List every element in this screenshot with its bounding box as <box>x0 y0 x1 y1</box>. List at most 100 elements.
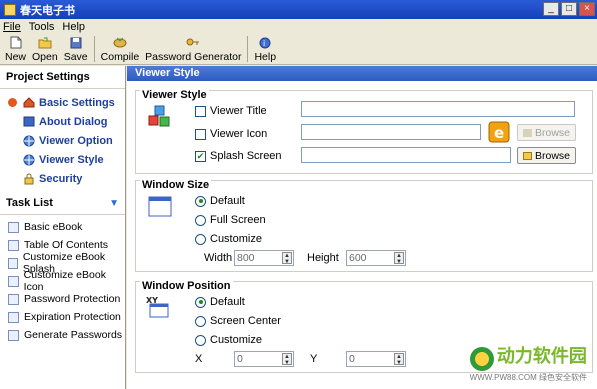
viewer-icon-input[interactable] <box>301 124 481 140</box>
minimize-button[interactable]: _ <box>543 2 559 16</box>
window-size-group: Window Size Default Full Screen Customiz… <box>135 179 593 272</box>
menu-tools[interactable]: Tools <box>29 21 55 33</box>
task-icon <box>8 257 18 269</box>
svg-text:e: e <box>494 124 504 142</box>
open-folder-icon <box>38 36 52 49</box>
browse-folder-icon <box>523 151 532 160</box>
spinner-arrows-icon[interactable]: ▲ ▼ <box>282 252 292 265</box>
compile-icon <box>113 36 127 49</box>
viewer-title-checkbox[interactable] <box>195 105 206 117</box>
position-default-row: Default <box>195 296 245 308</box>
splash-screen-checkbox[interactable]: ✔ <box>195 150 206 162</box>
width-spinner[interactable]: 800 ▲ ▼ <box>234 250 294 266</box>
nav-about-dialog[interactable]: About Dialog <box>0 112 125 131</box>
save-disk-icon <box>69 36 83 49</box>
width-label: Width <box>204 252 233 264</box>
y-spinner[interactable]: 0 ▲ ▼ <box>346 351 406 367</box>
height-spinner[interactable]: 600 ▲ ▼ <box>346 250 406 266</box>
new-button[interactable]: New <box>2 34 29 63</box>
viewer-icon-checkbox[interactable] <box>195 128 206 140</box>
x-spinner[interactable]: 0 ▲ ▼ <box>234 351 294 367</box>
task-password-protection[interactable]: Password Protection <box>0 290 125 308</box>
page-title: Viewer Style <box>127 66 597 81</box>
size-customize-radio[interactable] <box>195 233 206 245</box>
task-expiration-protection[interactable]: Expiration Protection <box>0 308 125 326</box>
right-pane: Viewer Style Viewer Style Viewer Title V… <box>127 66 597 389</box>
size-customize-row: Customize <box>195 233 262 245</box>
book-icon <box>23 116 35 128</box>
help-button[interactable]: i Help <box>251 34 279 63</box>
position-customize-radio[interactable] <box>195 334 206 346</box>
ebook-e-icon: e <box>488 121 510 143</box>
position-default-radio[interactable] <box>195 296 206 308</box>
splash-screen-browse-button[interactable]: Browse <box>517 147 576 164</box>
task-basic-ebook[interactable]: Basic eBook <box>0 218 125 236</box>
position-customize-row: Customize <box>195 334 262 346</box>
close-button[interactable]: × <box>579 2 595 16</box>
svg-text:i: i <box>263 39 265 48</box>
size-default-radio[interactable] <box>195 195 206 207</box>
watermark-logo-icon <box>469 347 494 371</box>
viewer-icon-row: Viewer Icon <box>195 128 267 140</box>
toolbar-separator <box>247 36 249 62</box>
task-icon <box>8 275 19 287</box>
menu-file[interactable]: File <box>3 21 21 33</box>
browse-folder-icon <box>523 128 532 137</box>
active-bullet-icon <box>8 98 17 107</box>
help-icon: i <box>258 36 272 49</box>
task-generate-passwords[interactable]: Generate Passwords <box>0 326 125 344</box>
nav-basic-settings[interactable]: Basic Settings <box>0 93 125 112</box>
cubes-icon <box>148 105 170 127</box>
title-bar: 春天电子书 _ □ × <box>0 0 597 19</box>
compile-button[interactable]: Compile <box>98 34 143 63</box>
task-icon <box>8 293 19 305</box>
menu-bar: File Tools Help <box>0 19 597 34</box>
x-label: X <box>195 353 203 365</box>
nav-viewer-style[interactable]: Viewer Style <box>0 150 125 169</box>
position-screen-center-row: Screen Center <box>195 315 281 327</box>
site-watermark: 动力软件园 WWW.PW88.COM 绿色安全软件 <box>469 345 587 382</box>
window-title: 春天电子书 <box>20 4 75 17</box>
task-icon <box>8 239 19 251</box>
spinner-arrows-icon[interactable]: ▲ ▼ <box>394 252 404 265</box>
xy-position-icon: XY <box>146 296 169 318</box>
key-icon <box>186 36 200 49</box>
viewer-style-group: Viewer Style Viewer Title Viewer Icon e … <box>135 89 593 174</box>
task-icon <box>8 329 19 341</box>
window-controls: _ □ × <box>543 2 595 16</box>
lock-icon <box>23 173 35 185</box>
position-screen-center-radio[interactable] <box>195 315 206 327</box>
app-icon <box>4 3 16 16</box>
project-settings-list: Basic Settings About Dialog Viewer Optio… <box>0 89 125 188</box>
open-button[interactable]: Open <box>29 34 61 63</box>
globe-icon <box>23 135 35 147</box>
nav-security[interactable]: Security <box>0 169 125 188</box>
globe-icon <box>23 154 35 166</box>
maximize-button[interactable]: □ <box>561 2 577 16</box>
collapse-chevron-icon[interactable]: ▼ <box>109 198 119 209</box>
size-default-row: Default <box>195 195 245 207</box>
toolbar: New Open Save Compile Password Generator… <box>0 34 597 65</box>
height-label: Height <box>307 252 339 264</box>
spinner-arrows-icon[interactable]: ▲ ▼ <box>282 353 292 366</box>
splash-screen-row: ✔ Splash Screen <box>195 150 282 162</box>
viewer-title-row: Viewer Title <box>195 105 267 117</box>
nav-viewer-option[interactable]: Viewer Option <box>0 131 125 150</box>
toolbar-separator <box>93 36 95 62</box>
viewer-icon-browse-button[interactable]: Browse <box>517 124 576 141</box>
save-button[interactable]: Save <box>61 34 91 63</box>
task-list: Basic eBook Table Of Contents Customize … <box>0 215 125 344</box>
task-icon <box>8 311 19 323</box>
window-icon <box>148 196 172 217</box>
menu-help[interactable]: Help <box>62 21 85 33</box>
size-full-screen-radio[interactable] <box>195 214 206 226</box>
home-icon <box>23 97 35 109</box>
task-list-header: Task List ▼ <box>0 192 125 215</box>
task-customize-ebook-icon[interactable]: Customize eBook Icon <box>0 269 125 293</box>
new-file-icon <box>9 36 23 49</box>
spinner-arrows-icon[interactable]: ▲ ▼ <box>394 353 404 366</box>
left-pane: Project Settings Basic Settings About Di… <box>0 66 126 389</box>
splash-screen-input[interactable] <box>301 147 511 163</box>
password-generator-button[interactable]: Password Generator <box>142 34 244 63</box>
viewer-title-input[interactable] <box>301 101 575 117</box>
